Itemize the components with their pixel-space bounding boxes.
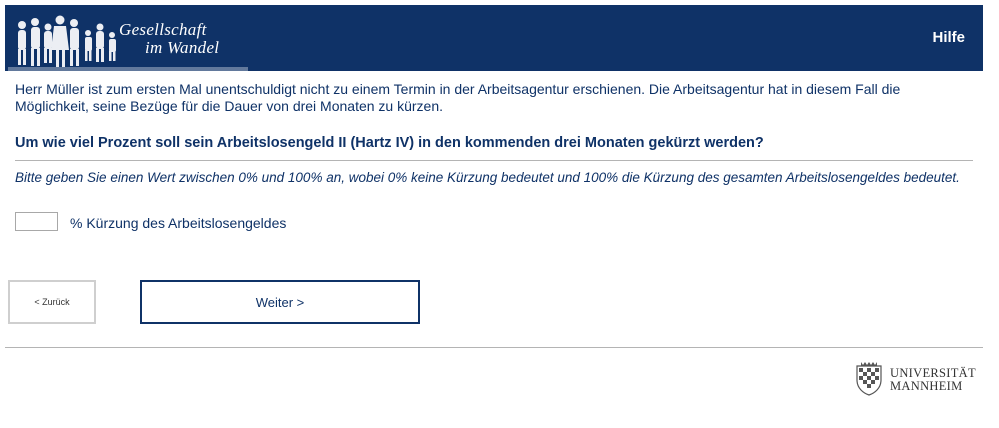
university-name-line2: MANNHEIM [890, 379, 963, 393]
percent-input[interactable] [15, 212, 58, 231]
question-text: Um wie viel Prozent soll sein Arbeitslos… [15, 135, 764, 151]
back-button[interactable]: < Zurück [8, 280, 96, 324]
percent-input-label: % Kürzung des Arbeitslosengeldes [70, 215, 287, 231]
university-logo: UNIVERSITÄT MANNHEIM [851, 358, 986, 398]
logo-title-line2: im Wandel [145, 38, 220, 57]
university-crest-icon [856, 362, 882, 396]
header-banner: Gesellschaft im Wandel Hilfe [5, 5, 983, 71]
footer-divider [5, 347, 983, 348]
next-button[interactable]: Weiter > [140, 280, 420, 324]
help-link[interactable]: Hilfe [932, 29, 965, 46]
divider [15, 160, 973, 161]
logo-title-line1: Gesellschaft [119, 20, 207, 39]
intro-text: Herr Müller ist zum ersten Mal unentschu… [15, 81, 901, 114]
instruction-text: Bitte geben Sie einen Wert zwischen 0% u… [15, 170, 960, 185]
